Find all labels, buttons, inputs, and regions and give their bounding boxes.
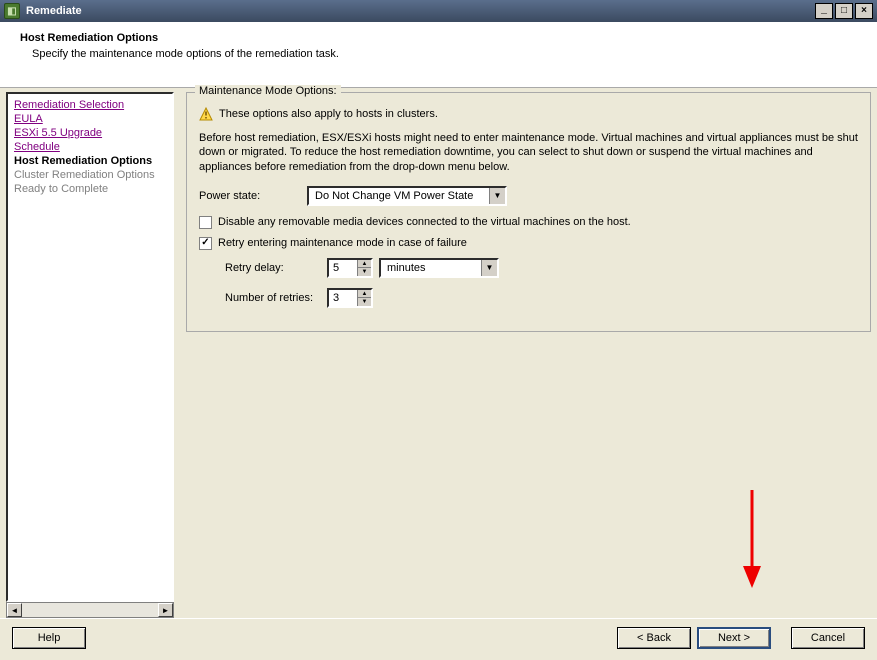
step-cluster-remediation-options: Cluster Remediation Options (12, 168, 168, 182)
cancel-button[interactable]: Cancel (791, 627, 865, 649)
cluster-note-text: These options also apply to hosts in clu… (219, 108, 438, 120)
warning-icon (199, 107, 213, 121)
retry-delay-spinner[interactable]: 5 ▲ ▼ (327, 258, 373, 278)
step-host-remediation-options: Host Remediation Options (12, 154, 168, 168)
retry-delay-unit-dropdown[interactable]: minutes ▼ (379, 258, 499, 278)
step-esxi-upgrade[interactable]: ESXi 5.5 Upgrade (12, 126, 168, 140)
window-title: Remediate (26, 5, 813, 17)
disable-media-checkbox[interactable] (199, 216, 212, 229)
spinner-up-icon[interactable]: ▲ (358, 290, 371, 299)
dropdown-arrow-icon[interactable]: ▼ (481, 260, 497, 276)
maximize-button[interactable]: □ (835, 3, 853, 19)
retry-delay-value: 5 (329, 260, 357, 276)
groupbox-legend: Maintenance Mode Options: (195, 85, 341, 97)
help-button[interactable]: Help (12, 627, 86, 649)
retry-label: Retry entering maintenance mode in case … (218, 237, 467, 249)
app-icon: ◧ (4, 3, 20, 19)
spinner-up-icon[interactable]: ▲ (358, 260, 371, 269)
power-state-value: Do Not Change VM Power State (309, 188, 489, 204)
minimize-button[interactable]: _ (815, 3, 833, 19)
dropdown-arrow-icon[interactable]: ▼ (489, 188, 505, 204)
step-ready-to-complete: Ready to Complete (12, 182, 168, 196)
main-panel: Maintenance Mode Options: These options … (186, 92, 871, 618)
close-button[interactable]: × (855, 3, 873, 19)
step-schedule[interactable]: Schedule (12, 140, 168, 154)
wizard-footer: Help < Back Next > Cancel (0, 618, 877, 656)
wizard-header: Host Remediation Options Specify the mai… (0, 22, 877, 88)
info-text: Before host remediation, ESX/ESXi hosts … (197, 131, 860, 174)
next-button[interactable]: Next > (697, 627, 771, 649)
scroll-left-arrow-icon[interactable]: ◄ (7, 603, 22, 617)
scroll-right-arrow-icon[interactable]: ► (158, 603, 173, 617)
disable-media-label: Disable any removable media devices conn… (218, 216, 631, 228)
page-subtitle: Specify the maintenance mode options of … (20, 48, 873, 60)
num-retries-value: 3 (329, 290, 357, 306)
retry-delay-unit-value: minutes (381, 260, 481, 276)
annotation-arrow-icon (740, 490, 764, 590)
maintenance-mode-groupbox: Maintenance Mode Options: These options … (186, 92, 871, 332)
num-retries-spinner[interactable]: 3 ▲ ▼ (327, 288, 373, 308)
spinner-down-icon[interactable]: ▼ (358, 298, 371, 306)
power-state-dropdown[interactable]: Do Not Change VM Power State ▼ (307, 186, 507, 206)
retry-checkbox[interactable] (199, 237, 212, 250)
power-state-label: Power state: (197, 190, 307, 202)
step-remediation-selection[interactable]: Remediation Selection (12, 98, 168, 112)
back-button[interactable]: < Back (617, 627, 691, 649)
retry-delay-label: Retry delay: (197, 262, 327, 274)
spinner-down-icon[interactable]: ▼ (358, 268, 371, 276)
num-retries-label: Number of retries: (197, 292, 327, 304)
step-eula[interactable]: EULA (12, 112, 168, 126)
sidebar-hscrollbar[interactable]: ◄ ► (6, 602, 174, 618)
page-title: Host Remediation Options (20, 32, 873, 44)
titlebar: ◧ Remediate _ □ × (0, 0, 877, 22)
wizard-steps-sidebar: Remediation Selection EULA ESXi 5.5 Upgr… (6, 92, 174, 618)
